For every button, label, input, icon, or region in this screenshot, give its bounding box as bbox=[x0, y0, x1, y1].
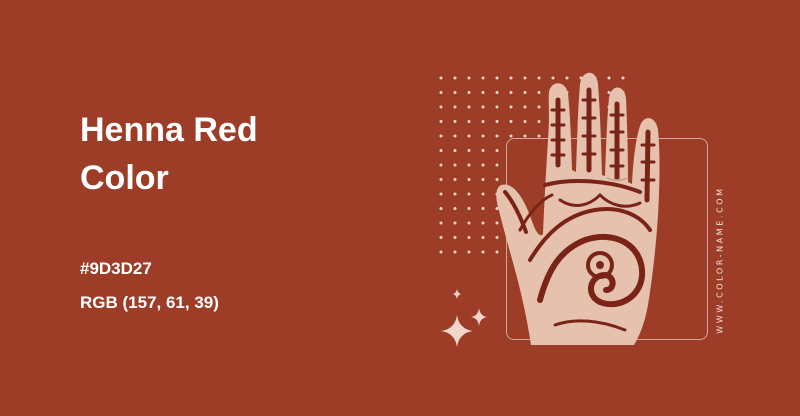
color-card: Henna Red Color #9D3D27 RGB (157, 61, 39… bbox=[0, 0, 800, 416]
rgb-value: RGB (157, 61, 39) bbox=[80, 293, 219, 312]
color-title-line-1: Henna Red bbox=[80, 111, 258, 149]
sparkle-medium-icon bbox=[471, 308, 487, 326]
sparkle-small-icon bbox=[453, 289, 461, 299]
color-title-line-2: Color bbox=[80, 159, 169, 197]
hex-code: #9D3D27 bbox=[80, 259, 152, 278]
website-watermark-text: WWW.COLOR-NAME.COM bbox=[715, 186, 725, 334]
color-title: Henna Red Color bbox=[80, 106, 380, 202]
sparkle-large-icon bbox=[441, 315, 473, 347]
sparkle-decoration bbox=[441, 289, 487, 347]
